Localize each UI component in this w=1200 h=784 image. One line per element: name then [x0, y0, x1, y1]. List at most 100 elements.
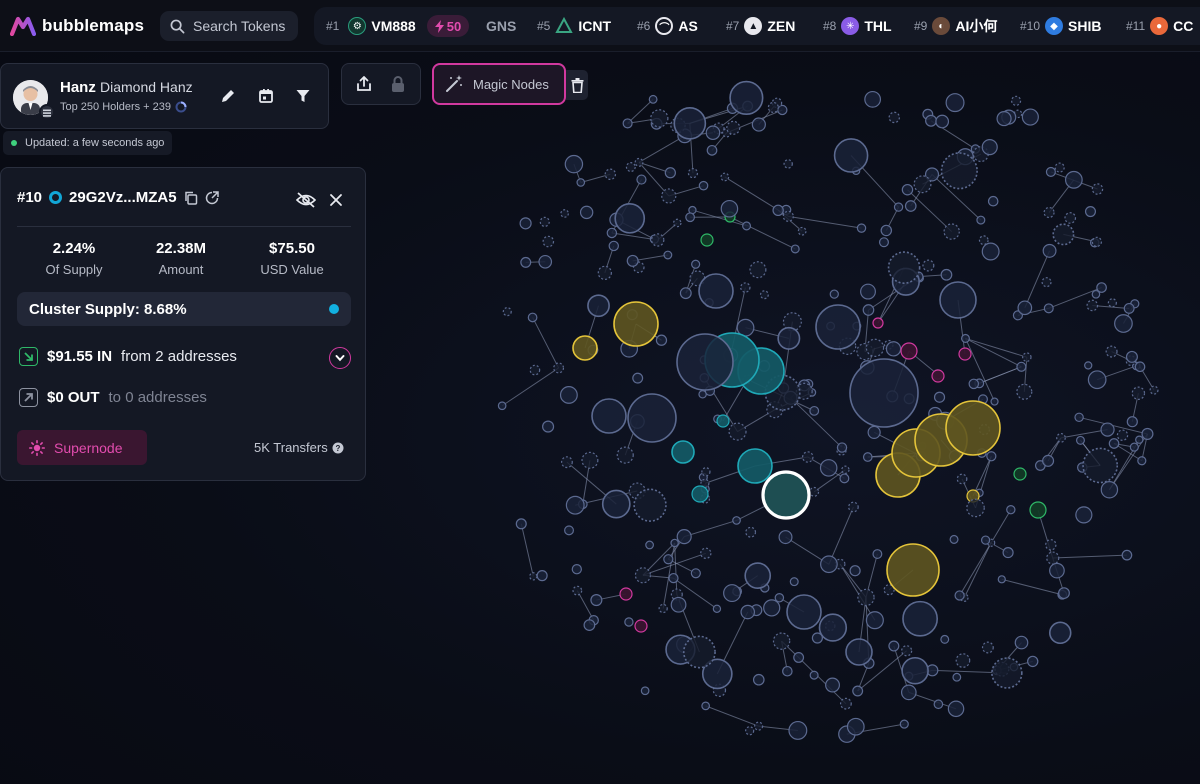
- magic-nodes-button[interactable]: Magic Nodes: [432, 63, 566, 105]
- holder-bubble-default[interactable]: [789, 577, 799, 587]
- holder-bubble-dashed[interactable]: [1086, 299, 1099, 312]
- ticker-item-thl[interactable]: #8 ✳ THL: [823, 7, 892, 45]
- holder-bubble-dashed[interactable]: [1091, 236, 1103, 247]
- holder-bubble-default[interactable]: [723, 584, 742, 603]
- holder-bubble-default[interactable]: [849, 565, 861, 577]
- holder-bubble-default[interactable]: [790, 244, 800, 254]
- holder-bubble-default[interactable]: [788, 720, 808, 740]
- holder-bubble-default[interactable]: [933, 391, 946, 403]
- holder-bubble-cyan[interactable]: [671, 440, 695, 464]
- holder-bubble-default[interactable]: [640, 686, 650, 696]
- holder-bubble-dashed[interactable]: [1064, 212, 1077, 224]
- ticker-item-ai[interactable]: #9 ◐ AI小何: [914, 7, 997, 45]
- holder-bubble-default[interactable]: [809, 670, 819, 680]
- holder-bubble-dashed[interactable]: [572, 585, 583, 596]
- transfers-count[interactable]: 5K Transfers ?: [254, 440, 344, 455]
- holder-bubble-pink[interactable]: [900, 342, 918, 360]
- holder-bubble-default[interactable]: [864, 90, 882, 108]
- holder-bubble-dashed[interactable]: [651, 233, 665, 247]
- holder-bubble-yellow[interactable]: [945, 400, 1001, 456]
- holder-bubble-dashed[interactable]: [650, 109, 669, 128]
- holder-bubble-dashed[interactable]: [700, 547, 712, 559]
- holder-bubble-dashed[interactable]: [1041, 277, 1052, 288]
- holder-bubble-default[interactable]: [1017, 300, 1033, 316]
- holder-bubble-dashed[interactable]: [901, 645, 913, 657]
- boost-badge[interactable]: 50: [426, 15, 470, 37]
- holder-bubble-dashed[interactable]: [539, 216, 550, 227]
- holder-bubble-default[interactable]: [701, 701, 711, 711]
- holder-bubble-dashed[interactable]: [597, 265, 612, 280]
- holder-bubble-cyan[interactable]: [716, 414, 730, 428]
- holder-bubble-dashed[interactable]: [848, 501, 859, 513]
- holder-bubble-dashed[interactable]: [1011, 95, 1022, 106]
- holder-bubble-default[interactable]: [1045, 166, 1056, 177]
- holder-bubble-default[interactable]: [1016, 361, 1027, 372]
- holder-bubble-default[interactable]: [862, 452, 873, 462]
- holder-bubble-green[interactable]: [700, 233, 714, 247]
- holder-bubble-dashed[interactable]: [978, 235, 989, 246]
- holder-bubble-default[interactable]: [901, 656, 929, 685]
- holder-bubble-default[interactable]: [1064, 170, 1083, 189]
- holder-bubble-dashed[interactable]: [661, 188, 677, 204]
- holder-bubble-default[interactable]: [663, 554, 674, 565]
- holder-bubble-default[interactable]: [782, 665, 793, 677]
- holder-bubble-default[interactable]: [949, 534, 959, 544]
- holder-bubble-default[interactable]: [899, 719, 909, 729]
- holder-bubble-default[interactable]: [673, 107, 707, 140]
- holder-bubble-default[interactable]: [885, 341, 902, 357]
- holder-bubble-default[interactable]: [565, 495, 585, 515]
- holder-bubble-default[interactable]: [904, 200, 917, 212]
- holder-bubble-dashed[interactable]: [802, 451, 814, 463]
- inflow-row[interactable]: $91.55 IN from 2 addresses: [19, 347, 237, 366]
- ticker-item-zen[interactable]: #7 ▲ ZEN: [726, 7, 795, 45]
- holder-bubble-default[interactable]: [601, 489, 631, 519]
- holder-bubble-default[interactable]: [852, 685, 864, 697]
- cluster-supply-bar[interactable]: Cluster Supply: 8.68%: [17, 292, 351, 326]
- holder-bubble-default[interactable]: [626, 254, 639, 267]
- holder-bubble-dashed[interactable]: [966, 498, 985, 518]
- holder-bubble-default[interactable]: [997, 575, 1006, 584]
- holder-bubble-dashed[interactable]: [1043, 206, 1055, 219]
- holder-bubble-dashed[interactable]: [581, 451, 599, 469]
- holder-bubble-default[interactable]: [772, 204, 784, 217]
- holder-bubble-dashed[interactable]: [749, 261, 767, 279]
- holder-bubble-default[interactable]: [1058, 587, 1070, 600]
- holder-bubble-default[interactable]: [945, 93, 965, 113]
- holder-bubble-default[interactable]: [862, 304, 875, 316]
- holder-bubble-default[interactable]: [1137, 456, 1147, 466]
- holder-bubble-dashed[interactable]: [782, 210, 794, 222]
- holder-bubble-dashed[interactable]: [728, 422, 747, 441]
- holder-bubble-default[interactable]: [614, 202, 646, 234]
- holder-bubble-default[interactable]: [751, 117, 766, 132]
- holder-bubble-default[interactable]: [690, 568, 701, 579]
- holder-bubble-default[interactable]: [900, 684, 917, 701]
- holder-bubble-dashed[interactable]: [542, 235, 555, 248]
- holder-bubble-default[interactable]: [940, 634, 950, 644]
- holder-bubble-default[interactable]: [520, 256, 532, 268]
- holder-bubble-default[interactable]: [849, 358, 919, 428]
- holder-bubble-default[interactable]: [1135, 435, 1144, 444]
- holder-bubble-default[interactable]: [752, 673, 765, 686]
- holder-bubble-default[interactable]: [705, 125, 721, 141]
- holder-bubble-default[interactable]: [1134, 361, 1146, 373]
- holder-bubble-green[interactable]: [1013, 467, 1027, 481]
- holder-bubble-dashed[interactable]: [767, 101, 779, 113]
- holder-bubble-dashed[interactable]: [783, 159, 793, 169]
- holder-bubble-dashed[interactable]: [955, 653, 971, 668]
- ticker-item-shib[interactable]: #10 ◆ SHIB: [1020, 7, 1101, 45]
- holder-bubble-dashed[interactable]: [922, 259, 935, 272]
- holder-bubble-default[interactable]: [996, 110, 1012, 127]
- holder-bubble-default[interactable]: [740, 604, 756, 620]
- holder-bubble-pink[interactable]: [931, 369, 945, 383]
- holder-bubble-default[interactable]: [1114, 314, 1133, 333]
- holder-bubble-default[interactable]: [860, 283, 876, 300]
- holder-bubble-default[interactable]: [676, 529, 692, 545]
- holder-bubble-dashed[interactable]: [682, 635, 716, 669]
- holder-bubble-default[interactable]: [527, 312, 538, 323]
- holder-bubble-default[interactable]: [536, 570, 548, 582]
- holder-bubble-default[interactable]: [933, 699, 944, 710]
- holder-bubble-default[interactable]: [732, 516, 741, 525]
- holder-bubble-default[interactable]: [1121, 549, 1133, 561]
- holder-bubble-default[interactable]: [542, 420, 555, 433]
- holder-bubble-default[interactable]: [1075, 506, 1093, 524]
